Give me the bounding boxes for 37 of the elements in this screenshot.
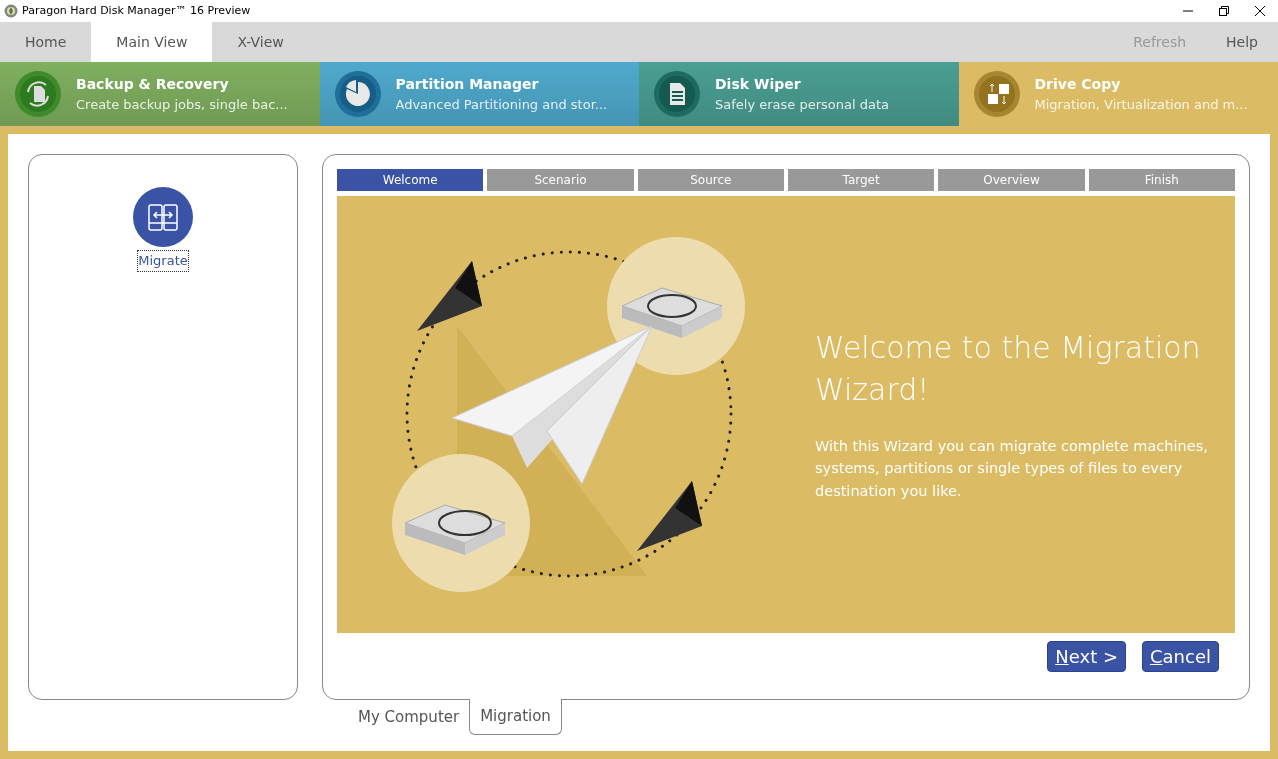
module-title: Drive Copy [1034,74,1122,94]
sidebar-item[interactable]: Migrate [138,251,188,271]
module-subtitle: Advanced Partitioning and stor... [395,95,608,114]
menu-tab[interactable]: Main View [91,22,213,62]
wizard-step-tab[interactable]: Scenario [487,169,634,191]
next-button[interactable]: Next > [1047,641,1126,672]
wizard-heading: Welcome to the Migration Wizard! [815,328,1202,409]
module-tile[interactable]: Backup & Recovery Create backup jobs, single bac... [0,62,320,126]
wizard-step-tab[interactable]: Target [788,169,935,191]
module-title: Partition Manager [395,74,540,94]
migrate-icon[interactable] [133,187,193,247]
menu-tab[interactable]: Home [0,22,92,62]
bottom-tab[interactable]: Migration [469,699,562,735]
wizard-step-tab[interactable]: Source [637,169,784,191]
menu-action[interactable]: Help [1206,22,1278,62]
app-logo-icon [4,4,18,18]
wizard-description: With this Wizard you can migrate complete machines, systems, partitions or single types of files to every destination you like. [815,436,1209,501]
module-tile[interactable]: Disk Wiper Safely erase personal data [639,62,959,126]
module-subtitle: Migration, Virtualization and m... [1034,95,1248,114]
module-icon [14,70,62,118]
module-icon [653,70,701,118]
bottom-tab[interactable]: My Computer [348,700,470,735]
module-tile[interactable]: Partition Manager Advanced Partitioning and stor... [319,62,639,126]
module-subtitle: Create backup jobs, single bac... [76,95,288,114]
close-icon[interactable] [1254,5,1266,17]
wizard-step-tab[interactable]: Welcome [337,169,484,191]
module-subtitle: Safely erase personal data [715,95,889,114]
module-icon [972,70,1021,118]
cancel-button[interactable]: Cancel [1142,641,1219,672]
module-title: Backup & Recovery [76,74,230,94]
wizard-step-tab[interactable]: Finish [1088,169,1235,191]
module-icon [333,70,382,118]
window-title: Paragon Hard Disk Manager™ 16 Preview [22,2,252,19]
restore-icon[interactable] [1218,5,1230,17]
module-title: Disk Wiper [715,74,802,94]
wizard-step-tab[interactable]: Overview [938,169,1085,191]
menu-tab[interactable]: X-View [212,22,309,62]
